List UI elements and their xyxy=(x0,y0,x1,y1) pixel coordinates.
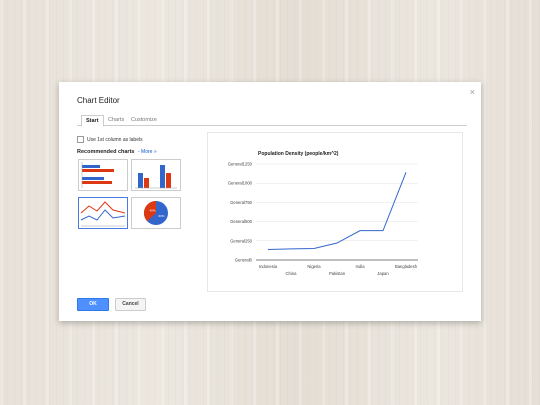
x-tick-label: Japan xyxy=(377,271,389,276)
chart-gridlines xyxy=(256,163,418,261)
recommended-charts-label: Recommended charts xyxy=(77,149,135,155)
line-chart-preview: Population Density (people/km^2) General… xyxy=(228,151,418,276)
chart-editor-dialog: Chart Editor × Start Charts Customize Us… xyxy=(59,82,481,321)
more-link[interactable]: - More » xyxy=(138,149,157,155)
cancel-button[interactable]: Cancel xyxy=(115,298,146,311)
x-tick-label: Pakistan xyxy=(329,271,346,276)
chart-preview: Population Density (people/km^2) General… xyxy=(207,132,463,292)
use-first-column-label: Use 1st column as labels xyxy=(87,136,143,143)
x-tick-label: Bangladesh xyxy=(395,264,418,269)
pie-chart-thumb[interactable]: 40% 60% xyxy=(131,197,181,229)
chart-y-ticks: General0 General250 General500 General750 Ge… xyxy=(228,162,253,263)
y-tick-label: General750 xyxy=(230,200,253,205)
x-tick-label: Indonesia xyxy=(259,264,278,269)
x-tick-label: China xyxy=(286,271,298,276)
pie-chart-thumb-icon: 40% 60% xyxy=(143,200,168,225)
line-chart-thumb-icon xyxy=(80,201,126,227)
dialog-title: Chart Editor xyxy=(77,96,120,105)
tab-divider xyxy=(77,125,467,126)
y-tick-label: General250 xyxy=(230,238,253,243)
bar-chart-thumb[interactable] xyxy=(78,159,128,191)
ok-button[interactable]: OK xyxy=(77,298,109,311)
tab-bar: Start Charts Customize xyxy=(77,115,467,127)
x-tick-label: India xyxy=(355,264,365,269)
y-tick-label: General0 xyxy=(235,258,253,263)
y-tick-label: General1000 xyxy=(228,181,253,186)
chart-title: Population Density (people/km^2) xyxy=(258,151,339,157)
pie-label-red: 40% xyxy=(150,209,156,213)
use-first-column-option[interactable]: Use 1st column as labels xyxy=(77,136,143,143)
use-first-column-checkbox[interactable] xyxy=(77,136,84,143)
x-tick-label: Nigeria xyxy=(307,264,321,269)
y-tick-label: General1250 xyxy=(228,162,253,167)
series-line xyxy=(267,172,407,251)
bar-chart-thumb-icon xyxy=(81,162,114,188)
tab-start[interactable]: Start xyxy=(81,115,104,127)
line-chart-thumb[interactable] xyxy=(78,197,128,229)
recommended-charts-heading: Recommended charts - More » xyxy=(77,149,157,155)
column-chart-thumb[interactable] xyxy=(131,159,181,191)
column-chart-thumb-icon xyxy=(135,165,177,189)
tab-customize[interactable]: Customize xyxy=(127,115,161,125)
pie-label-blue: 60% xyxy=(159,214,165,218)
tab-charts[interactable]: Charts xyxy=(104,115,128,125)
chart-x-ticks: Indonesia China Nigeria Pakistan India Japan B… xyxy=(259,264,418,276)
close-icon[interactable]: × xyxy=(470,87,475,97)
y-tick-label: General500 xyxy=(230,219,253,224)
